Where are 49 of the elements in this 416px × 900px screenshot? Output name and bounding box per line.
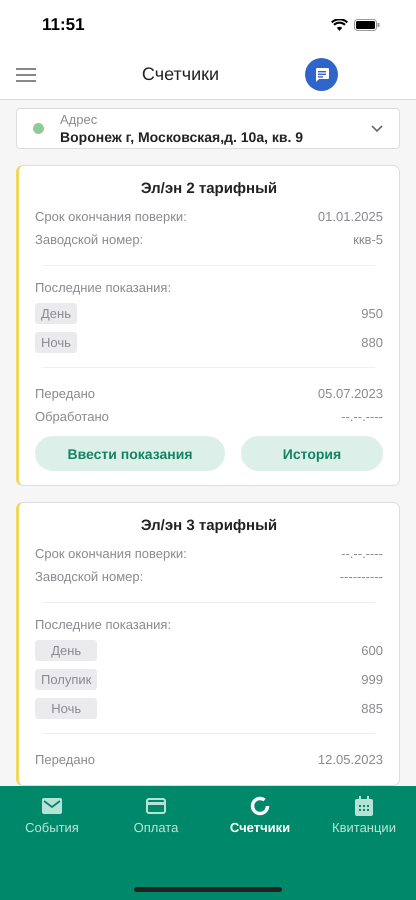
tariff-tag: Полупик — [35, 669, 98, 690]
nav-tab[interactable]: Оплата — [104, 796, 208, 835]
tariff-tag: День — [35, 640, 98, 661]
reading-value: 600 — [360, 643, 383, 658]
chat-icon — [314, 66, 330, 82]
tariff-tag: День — [35, 303, 77, 324]
info-value: 01.01.2025 — [318, 208, 383, 226]
meter-title: Эл/эн 2 тарифный — [140, 180, 278, 197]
nav-tab[interactable]: События — [0, 796, 104, 835]
reading-value: 885 — [360, 701, 383, 716]
readings-label: Последние показания: — [35, 617, 172, 632]
chevron-down-icon — [371, 124, 383, 132]
calendar-icon — [355, 796, 373, 816]
page-title: Счетчики — [140, 64, 220, 85]
status-label: Обработано — [35, 408, 109, 426]
battery-icon — [354, 19, 380, 31]
info-value: ---------- — [340, 568, 383, 586]
nav-tab[interactable]: Квитанции — [312, 796, 416, 835]
menu-icon[interactable] — [16, 68, 36, 82]
card-icon — [146, 798, 166, 814]
chat-button[interactable] — [305, 58, 338, 91]
tariff-tag: Ночь — [35, 332, 77, 353]
nav-tab[interactable]: Счетчики — [208, 796, 312, 835]
status-value: --.--.---- — [341, 408, 383, 426]
action-button[interactable]: История — [241, 436, 383, 471]
reading-value: 880 — [360, 335, 383, 350]
mail-icon — [42, 798, 62, 814]
ring-icon — [250, 796, 270, 816]
tariff-tag: Ночь — [35, 698, 98, 719]
info-label: Заводской номер: — [35, 231, 144, 249]
action-button[interactable]: Ввести показания — [35, 436, 225, 471]
reading-value: 999 — [360, 672, 383, 687]
info-label: Срок окончания поверки: — [35, 208, 187, 226]
address-label: Адрес — [60, 112, 98, 127]
status-time: 11:51 — [42, 15, 85, 35]
status-value: 12.05.2023 — [318, 751, 383, 769]
address-value: Воронеж г, Московская,д. 10а, кв. 9 — [60, 129, 304, 145]
info-value: --.--.---- — [341, 545, 383, 563]
wifi-icon — [331, 19, 348, 31]
status-value: 05.07.2023 — [318, 385, 383, 403]
info-value: ккв-5 — [353, 231, 383, 249]
reading-value: 950 — [360, 306, 383, 321]
status-label: Передано — [35, 751, 95, 769]
readings-label: Последние показания: — [35, 280, 172, 295]
address-selector[interactable]: Адрес Воронеж г, Московская,д. 10а, кв. 9 — [16, 108, 400, 149]
info-label: Заводской номер: — [35, 568, 144, 586]
status-label: Передано — [35, 385, 95, 403]
info-label: Срок окончания поверки: — [35, 545, 187, 563]
meter-title: Эл/эн 3 тарифный — [140, 517, 278, 534]
